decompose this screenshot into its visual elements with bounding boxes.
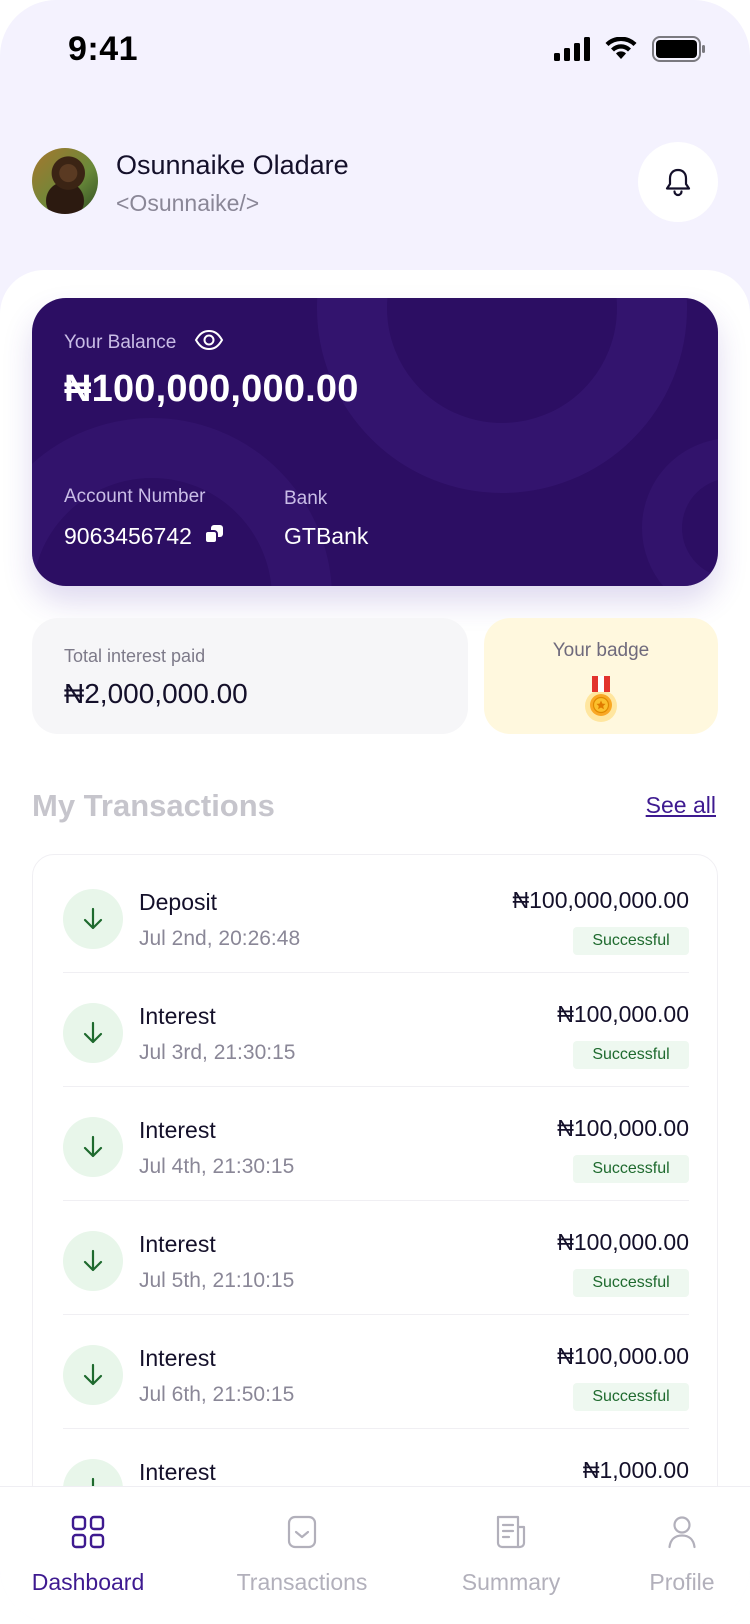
- transaction-date: Jul 6th, 21:50:15: [139, 1383, 295, 1406]
- user-name: Osunnaike Oladare: [116, 150, 349, 180]
- balance-label: Your Balance: [64, 332, 177, 353]
- account-number-label: Account Number: [64, 486, 206, 507]
- nav-profile[interactable]: Profile: [626, 1487, 738, 1624]
- status-time: 9:41: [68, 30, 139, 68]
- copy-icon[interactable]: [204, 524, 224, 544]
- nav-label: Transactions: [236, 1569, 368, 1595]
- transaction-type: Interest: [139, 1459, 216, 1485]
- interest-value: ₦2,000,000.00: [64, 678, 248, 709]
- deposit-arrow-icon: [63, 1117, 123, 1177]
- transaction-type: Interest: [139, 1117, 216, 1143]
- transaction-type: Deposit: [139, 889, 217, 915]
- report-icon: [496, 1515, 526, 1549]
- transaction-amount: ₦1,000.00: [582, 1457, 689, 1483]
- nav-label: Summary: [461, 1569, 561, 1595]
- battery-icon: [652, 36, 705, 62]
- status-badge: Successful: [573, 1041, 689, 1069]
- transaction-list: Deposit Jul 2nd, 20:26:48 ₦100,000,000.0…: [32, 854, 718, 1554]
- nav-label: Profile: [649, 1569, 715, 1595]
- nav-dashboard[interactable]: Dashboard: [20, 1487, 156, 1624]
- transaction-date: Jul 2nd, 20:26:48: [139, 927, 301, 950]
- transaction-amount: ₦100,000.00: [557, 1343, 689, 1369]
- interest-card: Total interest paid ₦2,000,000.00: [32, 618, 468, 734]
- avatar[interactable]: [32, 148, 98, 214]
- user-handle: <Osunnaike/>: [116, 190, 260, 216]
- transactions-title: My Transactions: [32, 788, 275, 823]
- transaction-row[interactable]: Interest Jul 6th, 21:50:15 ₦100,000.00 S…: [63, 1311, 689, 1429]
- transaction-amount: ₦100,000.00: [557, 1115, 689, 1141]
- bank-label: Bank: [284, 488, 328, 509]
- notification-button[interactable]: [638, 142, 718, 222]
- transaction-amount: ₦100,000,000.00: [512, 887, 690, 913]
- transaction-row[interactable]: Interest Jul 5th, 21:10:15 ₦100,000.00 S…: [63, 1197, 689, 1315]
- balance-amount: ₦100,000,000.00: [64, 368, 359, 410]
- bell-icon: [665, 168, 691, 197]
- bank-name: GTBank: [284, 523, 369, 549]
- eye-icon[interactable]: [194, 328, 224, 352]
- transaction-date: Jul 4th, 21:30:15: [139, 1155, 295, 1178]
- badge-card[interactable]: Your badge: [484, 618, 718, 734]
- transaction-date: Jul 3rd, 21:30:15: [139, 1041, 296, 1064]
- transaction-type: Interest: [139, 1003, 216, 1029]
- transaction-type: Interest: [139, 1345, 216, 1371]
- user-icon: [668, 1516, 696, 1549]
- interest-label: Total interest paid: [64, 646, 206, 666]
- signal-icon: [554, 37, 590, 61]
- transaction-row[interactable]: Interest Jul 4th, 21:30:15 ₦100,000.00 S…: [63, 1083, 689, 1201]
- status-badge: Successful: [573, 1383, 689, 1411]
- deposit-arrow-icon: [63, 1231, 123, 1291]
- account-number: 9063456742: [64, 523, 192, 549]
- transaction-row[interactable]: Interest Jul 3rd, 21:30:15 ₦100,000.00 S…: [63, 969, 689, 1087]
- nav-transactions[interactable]: Transactions: [222, 1487, 382, 1624]
- deposit-arrow-icon: [63, 1003, 123, 1063]
- grid-icon: [71, 1515, 105, 1549]
- badge-label: Your badge: [552, 640, 650, 661]
- status-icons: [554, 36, 706, 62]
- transaction-date: Jul 5th, 21:10:15: [139, 1269, 295, 1292]
- transaction-amount: ₦100,000.00: [557, 1001, 689, 1027]
- deposit-arrow-icon: [63, 889, 123, 949]
- balance-card: Your Balance ₦100,000,000.00 Account Num…: [32, 298, 718, 586]
- status-badge: Successful: [573, 1155, 689, 1183]
- nav-label: Dashboard: [31, 1569, 145, 1595]
- status-badge: Successful: [573, 1269, 689, 1297]
- transaction-type: Interest: [139, 1231, 216, 1257]
- see-all-link[interactable]: See all: [646, 792, 716, 819]
- medal-icon: [585, 676, 617, 722]
- receipt-icon: [287, 1515, 317, 1549]
- nav-summary[interactable]: Summary: [446, 1487, 576, 1624]
- bottom-nav: Dashboard Transactions Summary Profile: [0, 1486, 750, 1624]
- transaction-row[interactable]: Deposit Jul 2nd, 20:26:48 ₦100,000,000.0…: [63, 855, 689, 973]
- deposit-arrow-icon: [63, 1345, 123, 1405]
- wifi-icon: [605, 37, 637, 59]
- status-badge: Successful: [573, 927, 689, 955]
- transaction-amount: ₦100,000.00: [557, 1229, 689, 1255]
- app-screen: 9:41 Osunnaike Oladare <Osunnaike/> Your…: [0, 0, 750, 1624]
